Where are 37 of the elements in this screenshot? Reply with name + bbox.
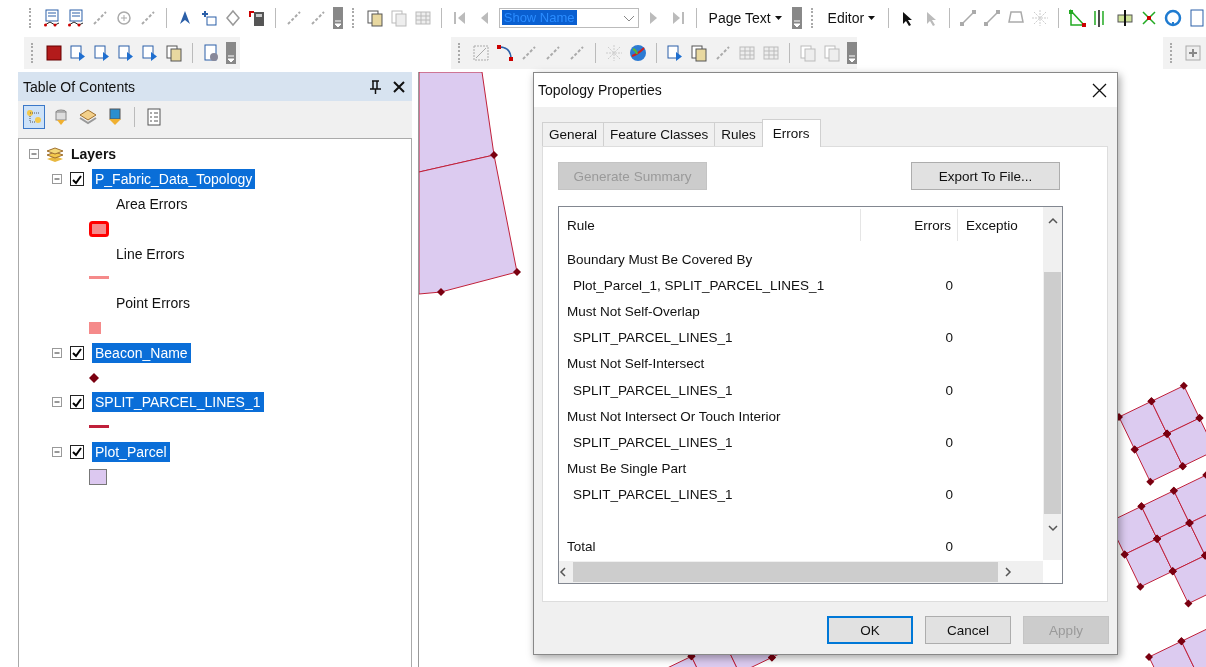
error-count: 0 <box>944 539 953 555</box>
legend-label: Area Errors <box>116 196 188 212</box>
rule-name: Must Not Self-Overlap <box>566 303 701 319</box>
rule-name: Boundary Must Be Covered By <box>566 251 754 267</box>
page-text-menu[interactable]: Page Text <box>705 9 786 26</box>
layer-name[interactable]: SPLIT_PARCEL_LINES_1 <box>92 392 264 413</box>
ok-button[interactable]: OK <box>827 616 913 644</box>
total-label: Total <box>566 539 597 555</box>
feature-class-name: SPLIT_PARCEL_LINES_1 <box>572 382 734 398</box>
layers-label: Layers <box>71 146 117 163</box>
tab[interactable]: Errors <box>761 119 821 147</box>
panel-title: Table Of Contents <box>23 78 137 95</box>
feature-class-name: SPLIT_PARCEL_LINES_1 <box>572 434 734 450</box>
layer-name[interactable]: Beacon_Name <box>92 342 191 363</box>
error-count: 0 <box>944 382 953 398</box>
tab[interactable]: General <box>542 122 605 146</box>
feature-class-name: SPLIT_PARCEL_LINES_1 <box>572 487 734 503</box>
cancel-button[interactable]: Cancel <box>925 616 1011 644</box>
legend-label: Point Errors <box>116 295 190 312</box>
column-header[interactable]: Exceptio <box>958 209 1042 241</box>
feature-class-name: Plot_Parcel_1, SPLIT_PARCEL_LINES_1 <box>572 277 826 293</box>
layer-name[interactable]: P_Fabric_Data_Topology <box>92 169 256 190</box>
error-count: 0 <box>944 277 953 293</box>
column-header[interactable]: Rule <box>559 209 861 241</box>
layer-name[interactable]: Plot_Parcel <box>92 441 170 462</box>
rule-name: Must Not Self-Intersect <box>566 356 706 372</box>
export-button[interactable]: Export To File... <box>911 162 1060 190</box>
column-header[interactable]: Errors <box>861 209 958 241</box>
editor-menu[interactable]: Editor <box>824 9 880 26</box>
feature-class-name: SPLIT_PARCEL_LINES_1 <box>572 330 734 346</box>
error-count: 0 <box>944 434 953 450</box>
dialog-title: Topology Properties <box>538 82 662 98</box>
error-count: 0 <box>944 487 953 503</box>
error-count: 0 <box>944 330 953 346</box>
rule-name: Must Not Intersect Or Touch Interior <box>566 408 782 424</box>
legend-label: Line Errors <box>116 245 185 262</box>
rule-name: Must Be Single Part <box>566 461 688 477</box>
